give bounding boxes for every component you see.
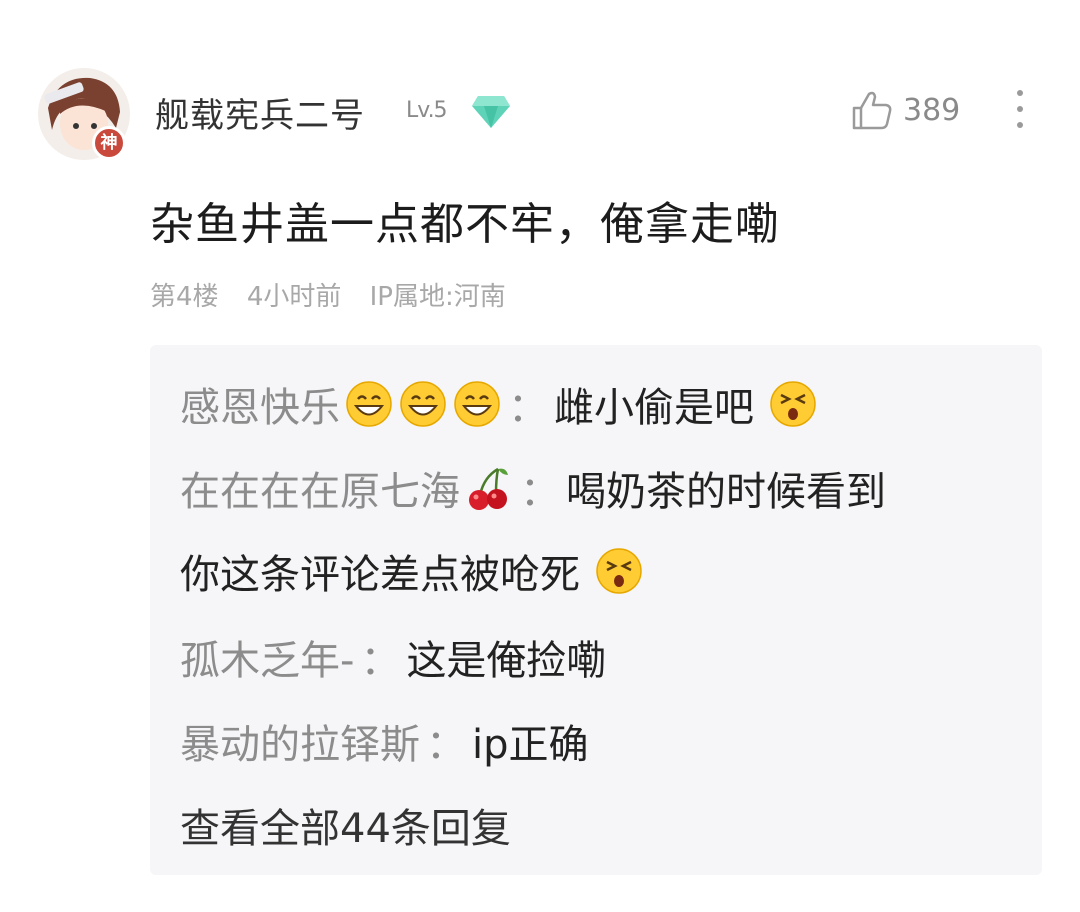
reply-text-continuation: 你这条评论差点被呛死 bbox=[180, 552, 580, 598]
grin-emoji-icon bbox=[346, 381, 392, 427]
reply-text: 雌小偷是吧 bbox=[554, 385, 754, 431]
more-options-icon[interactable] bbox=[1012, 90, 1028, 132]
reply-username[interactable]: 暴动的拉铎斯 bbox=[180, 712, 420, 770]
level-badge: Lv.5 bbox=[406, 98, 448, 123]
reply-username[interactable]: 在在在在原七海 bbox=[180, 459, 460, 517]
reply-item[interactable]: 暴动的拉铎斯 ： ip正确 bbox=[180, 712, 589, 770]
comment-text: 杂鱼井盖一点都不牢，俺拿走嘞 bbox=[150, 199, 780, 250]
cherry-emoji-icon bbox=[469, 467, 508, 510]
reply-colon: ： bbox=[508, 385, 548, 431]
reply-item[interactable]: 感恩快乐 ： 雌小偷是吧 bbox=[180, 375, 818, 433]
comment-meta: 第4楼 4小时前 IP属地:河南 bbox=[150, 276, 526, 313]
diamond-icon bbox=[472, 96, 510, 128]
reply-username[interactable]: 感恩快乐 bbox=[180, 375, 340, 433]
post-time: 4小时前 bbox=[246, 282, 342, 312]
reply-colon: ： bbox=[426, 722, 466, 768]
reply-continuation[interactable]: 你这条评论差点被呛死 bbox=[180, 542, 644, 600]
reply-colon: ： bbox=[360, 638, 401, 684]
thumbs-up-icon[interactable] bbox=[850, 88, 894, 132]
username[interactable]: 舰载宪兵二号 bbox=[155, 88, 365, 137]
squint-emoji-icon bbox=[770, 381, 816, 427]
grin-emoji-icon bbox=[454, 381, 500, 427]
reply-username[interactable]: 孤木乏年- bbox=[180, 628, 354, 686]
reply-text: 这是俺捡嘞 bbox=[406, 638, 607, 684]
reply-item[interactable]: 在在在在原七海 ： 喝奶茶的时候看到 bbox=[180, 459, 886, 517]
reply-item[interactable]: 孤木乏年- ： 这是俺捡嘞 bbox=[180, 628, 606, 686]
like-count: 389 bbox=[903, 93, 961, 128]
reply-text: 喝奶茶的时候看到 bbox=[566, 469, 886, 515]
grin-emoji-icon bbox=[400, 381, 446, 427]
floor-number: 第4楼 bbox=[150, 282, 219, 312]
reply-text: ip正确 bbox=[472, 722, 589, 768]
see-all-replies-link[interactable]: 查看全部44条回复 bbox=[180, 796, 511, 854]
ip-location: IP属地:河南 bbox=[369, 282, 506, 312]
squint-emoji-icon bbox=[596, 548, 642, 594]
reply-colon: ： bbox=[520, 469, 560, 515]
avatar-badge: 神 bbox=[92, 126, 126, 160]
